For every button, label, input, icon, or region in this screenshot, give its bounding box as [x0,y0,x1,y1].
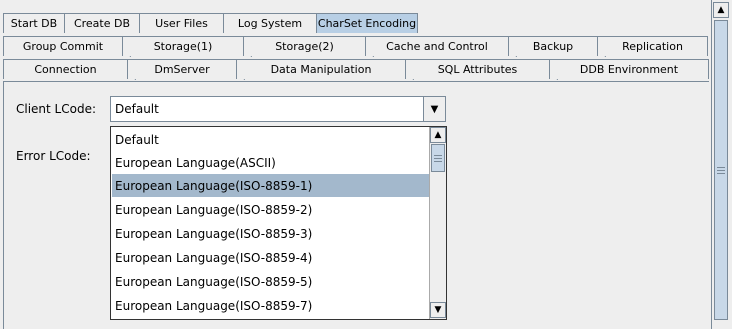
list-item[interactable]: European Language(ISO-8859-7) [112,294,429,317]
tab-cache-and-control[interactable]: Cache and Control [365,36,509,56]
tab-connection[interactable]: Connection [3,59,128,79]
tab-label: SQL Attributes [437,63,518,76]
main-scrollbar[interactable]: ▲ [711,0,729,329]
scroll-up-button[interactable]: ▲ [713,2,729,18]
scroll-up-button[interactable]: ▲ [430,127,446,143]
tab-label: User Files [155,17,208,30]
tab-backup[interactable]: Backup [508,36,598,56]
chevron-down-icon: ▼ [434,305,442,315]
tab-sql-attributes[interactable]: SQL Attributes [405,59,550,79]
list-item[interactable]: European Language(ISO-8859-5) [112,270,429,293]
list-item-selected[interactable]: European Language(ISO-8859-1) [112,174,429,197]
tab-replication[interactable]: Replication [597,36,708,56]
tab-create-db[interactable]: Create DB [64,13,140,33]
chevron-up-icon: ▲ [717,5,725,15]
tab-data-manipulation[interactable]: Data Manipulation [236,59,406,79]
chevron-down-icon: ▼ [430,103,439,115]
list-item[interactable]: Default [112,128,429,151]
tab-label: Create DB [73,17,131,30]
tab-row-1: Start DB Create DB User Files Log System… [3,13,418,33]
tab-storage-2[interactable]: Storage(2) [243,36,366,56]
tab-user-files[interactable]: User Files [139,13,224,33]
scroll-thumb[interactable] [431,144,445,172]
settings-window: Start DB Create DB User Files Log System… [0,0,732,329]
client-lcode-value: Default [115,102,159,116]
list-item[interactable]: European Language(ISO-8859-4) [112,246,429,269]
tab-log-system[interactable]: Log System [223,13,317,33]
tab-label: DmServer [154,63,210,76]
list-item[interactable]: European Language(ISO-8859-3) [112,222,429,245]
tab-label: DDB Environment [579,63,679,76]
tab-label: CharSet Encoding [317,17,417,30]
grip-icon [717,166,725,174]
client-lcode-dropdown-list[interactable]: Default European Language(ASCII) Europea… [110,126,447,320]
list-item[interactable]: European Language(ASCII) [112,151,429,174]
tab-label: Storage(2) [275,40,334,53]
scroll-thumb[interactable] [714,20,728,320]
tab-ddb-environment[interactable]: DDB Environment [549,59,709,79]
client-lcode-combo[interactable]: Default ▼ [110,96,446,122]
tab-label: Cache and Control [386,40,488,53]
tab-dmserver[interactable]: DmServer [127,59,237,79]
tab-row-2: Group Commit Storage(1) Storage(2) Cache… [3,36,708,56]
client-lcode-label: Client LCode: [16,102,97,116]
tab-label: Backup [532,40,574,53]
scroll-down-button[interactable]: ▼ [430,302,446,318]
error-lcode-label: Error LCode: [16,149,91,163]
tab-label: Storage(1) [153,40,213,53]
grip-icon [434,154,442,162]
dropdown-scrollbar[interactable]: ▲ ▼ [429,127,446,319]
tab-label: Replication [622,40,683,53]
tab-label: Group Commit [22,40,104,53]
tab-label: Log System [237,17,303,30]
tab-label: Start DB [10,17,58,30]
list-item[interactable]: European Language(ISO-8859-2) [112,198,429,221]
tab-label: Data Manipulation [270,63,372,76]
tab-charset-encoding[interactable]: CharSet Encoding [316,13,418,33]
tab-storage-1[interactable]: Storage(1) [122,36,244,56]
tab-row-3: Connection DmServer Data Manipulation SQ… [3,59,709,79]
tab-label: Connection [34,63,97,76]
chevron-up-icon: ▲ [434,130,442,140]
combo-arrow-button[interactable]: ▼ [423,97,445,121]
tab-group-commit[interactable]: Group Commit [3,36,123,56]
tab-start-db[interactable]: Start DB [3,13,65,33]
